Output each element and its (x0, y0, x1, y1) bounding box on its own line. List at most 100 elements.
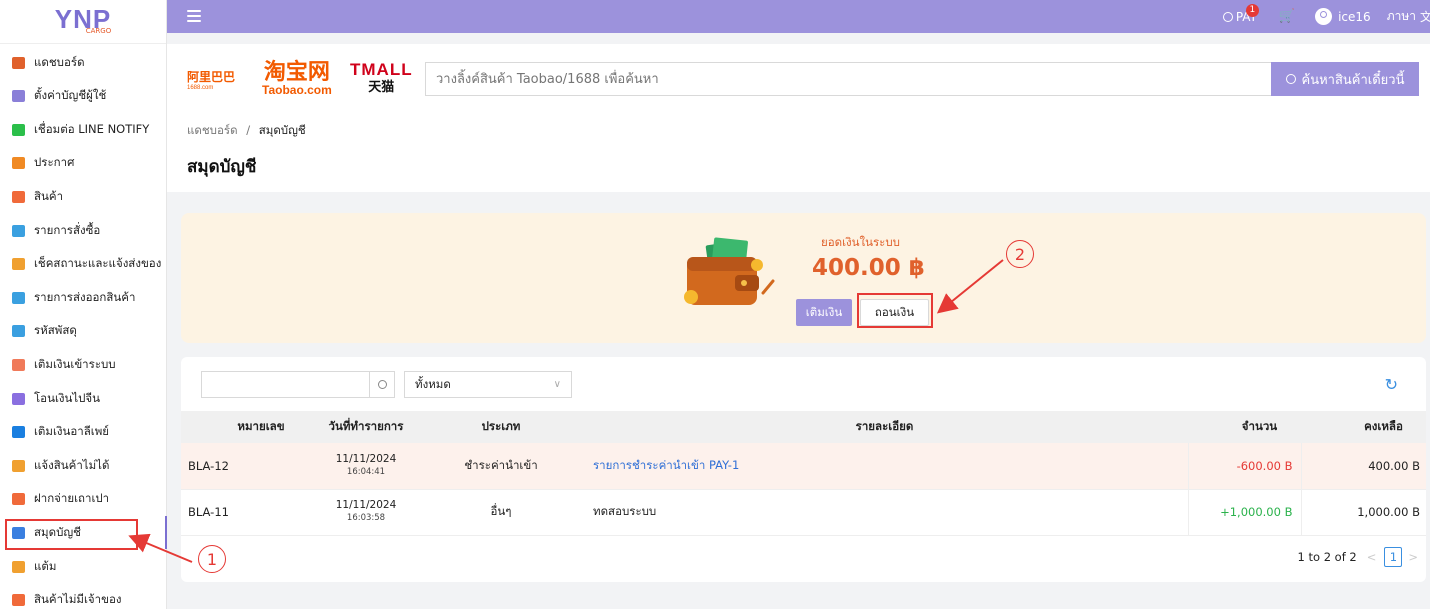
page-title: สมุดบัญชี (187, 157, 257, 177)
breadcrumb-home[interactable]: แดชบอร์ด (187, 123, 238, 137)
sidebar-item-cart[interactable]: รายการสั่งซื้อ (0, 214, 167, 247)
row-time-text: 16:03:58 (346, 513, 386, 523)
chevron-down-icon: ∨ (553, 379, 561, 390)
sidebar-item-product[interactable]: สินค้า (0, 180, 167, 213)
report-icon (12, 459, 25, 472)
filter-search-input[interactable] (201, 371, 369, 398)
avatar[interactable] (1315, 8, 1333, 25)
username[interactable]: ice16 (1338, 10, 1371, 24)
filter-search-button[interactable] (369, 371, 395, 398)
sidebar-item-label: แต้ม (34, 558, 57, 573)
logo[interactable]: YNP CARGO (0, 0, 166, 44)
next-page-icon[interactable]: > (1408, 550, 1418, 564)
alibaba-logo[interactable]: 阿里巴巴 1688.com (187, 68, 235, 91)
sidebar-item-user-settings[interactable]: ตั้งค่าบัญชีผู้ใช้ (0, 80, 167, 113)
sidebar-item-unclaimed[interactable]: สินค้าไม่มีเจ้าของ (0, 584, 167, 609)
sidebar-item-taobao[interactable]: ฝากจ่ายเถาเปา (0, 483, 167, 516)
row-detail: ทดสอบระบบ (581, 489, 1189, 536)
row-date-text: 11/11/2024 (335, 452, 397, 465)
cart-icon[interactable]: 🛒 (1279, 9, 1295, 24)
tmall-text: TMALL (350, 60, 413, 79)
balance-label: ยอดเงินในระบบ (821, 235, 900, 249)
sidebar-item-label: เชื่อมต่อ LINE NOTIFY (34, 121, 150, 136)
annotation-box-withdraw (857, 293, 933, 328)
search-button-label: ค้นหาสินค้าเดี๋ยวนี้ (1301, 72, 1405, 88)
sidebar-item-label: สินค้า (34, 188, 64, 203)
sidebar-item-label: ตั้งค่าบัญชีผู้ใช้ (34, 88, 107, 103)
taobao-logo[interactable]: 淘宝网 Taobao.com (262, 60, 332, 97)
breadcrumb: แดชบอร์ด / สมุดบัญชี (187, 122, 306, 140)
sidebar-item-box[interactable]: รหัสพัสดุ (0, 315, 167, 348)
row-id-text: BLA-11 (188, 505, 229, 519)
row-date: 11/11/2024 16:03:58 (311, 489, 421, 536)
pagination-summary: 1 to 2 of 2 (1297, 550, 1357, 564)
points-icon (12, 560, 25, 573)
breadcrumb-separator: / (246, 123, 251, 137)
sidebar-item-alipay[interactable]: เติมเงินอาลีเพย์ (0, 416, 167, 449)
row-type-text: ชำระค่านำเข้า (464, 457, 538, 472)
sidebar-item-label: เช็คสถานะและแจ้งส่งของ (34, 256, 162, 271)
menu-toggle-icon[interactable] (187, 10, 201, 22)
pay-button[interactable]: PAY 1 (1222, 3, 1259, 24)
yuan-icon (12, 392, 25, 405)
megaphone-icon (12, 157, 25, 170)
tmall-logo[interactable]: TMALL 天猫 (350, 60, 413, 94)
box-icon (12, 325, 25, 338)
annotation-circle-1: 1 (198, 545, 226, 573)
search-area: 阿里巴巴 1688.com 淘宝网 Taobao.com TMALL 天猫 ค้… (167, 44, 1430, 116)
wallet-card: ยอดเงินในระบบ 400.00 ฿ เติมเงิน ถอนเงิน (181, 213, 1426, 343)
row-detail: รายการชำระค่านำเข้า PAY-1 (581, 443, 1189, 490)
balance-amount: 400.00 ฿ (812, 255, 925, 281)
sidebar-item-label: เติมเงินอาลีเพย์ (34, 424, 110, 439)
column-header: รายละเอียด (581, 411, 1188, 443)
row-balance-text: 400.00 B (1368, 458, 1420, 473)
annotation-box-sidebar (5, 519, 138, 550)
sidebar-item-truck[interactable]: เช็คสถานะและแจ้งส่งของ (0, 248, 167, 281)
row-balance: 400.00 B (1301, 443, 1426, 490)
logo-text: YNP (54, 3, 112, 34)
sidebar-item-line[interactable]: เชื่อมต่อ LINE NOTIFY (0, 113, 167, 146)
translate-icon[interactable]: 文 (1420, 8, 1430, 25)
sidebar-item-megaphone[interactable]: ประกาศ (0, 147, 167, 180)
sidebar-item-label: สินค้าไม่มีเจ้าของ (34, 592, 122, 607)
sidebar-item-points[interactable]: แต้ม (0, 550, 167, 583)
taobao-icon (12, 493, 25, 506)
prev-page-icon[interactable]: < (1367, 550, 1377, 564)
sidebar-item-yuan[interactable]: โอนเงินไปจีน (0, 382, 167, 415)
type-filter-select[interactable]: ทั้งหมด ∨ (404, 371, 572, 398)
export-icon (12, 291, 25, 304)
sidebar-item-dashboard[interactable]: แดชบอร์ด (0, 46, 167, 79)
row-balance-text: 1,000.00 B (1357, 505, 1420, 519)
sidebar-item-piggy[interactable]: เติมเงินเข้าระบบ (0, 348, 167, 381)
breadcrumb-current: สมุดบัญชี (258, 123, 306, 137)
refresh-icon[interactable]: ↻ (1385, 375, 1398, 394)
sidebar-item-label: เติมเงินเข้าระบบ (34, 356, 116, 371)
tmall-subtext: 天猫 (368, 79, 395, 94)
cart-icon (12, 224, 25, 237)
page-number[interactable]: 1 (1384, 547, 1403, 567)
search-icon (1285, 74, 1296, 84)
alipay-icon (12, 426, 25, 439)
sidebar-item-label: โอนเงินไปจีน (34, 390, 101, 405)
search-icon (377, 380, 387, 389)
sidebar-item-label: แดชบอร์ด (34, 54, 85, 69)
piggy-icon (12, 358, 25, 371)
row-time-text: 16:04:41 (346, 466, 386, 477)
table-row: BLA-11 11/11/2024 16:03:58 อื่นๆ ทดสอบระบบ +1… (181, 489, 1426, 536)
row-amount: -600.00 B (1188, 443, 1302, 490)
sidebar: YNP CARGO แดชบอร์ดตั้งค่าบัญชีผู้ใช้เชื่… (0, 0, 167, 609)
search-button[interactable]: ค้นหาสินค้าเดี๋ยวนี้ (1271, 62, 1419, 96)
topup-button[interactable]: เติมเงิน (796, 299, 852, 326)
ledger-table: หมายเลข วันที่ทำรายการ ประเภท รายละเอียด จำน… (181, 411, 1426, 536)
language-selector[interactable]: ภาษา (1387, 7, 1416, 26)
row-amount-text: +1,000.00 B (1220, 505, 1293, 519)
sidebar-item-label: ประกาศ (34, 155, 75, 170)
sidebar-item-export[interactable]: รายการส่งออกสินค้า (0, 281, 167, 314)
sidebar-item-report[interactable]: แจ้งสินค้าไม่ได้ (0, 449, 167, 482)
row-detail-link: ทดสอบระบบ (593, 504, 657, 518)
row-type-text: อื่นๆ (490, 504, 512, 518)
row-id: BLA-12 (181, 443, 311, 490)
row-detail-link[interactable]: รายการชำระค่านำเข้า PAY-1 (593, 458, 739, 472)
row-amount-text: -600.00 B (1236, 458, 1293, 473)
search-input[interactable] (425, 62, 1271, 96)
